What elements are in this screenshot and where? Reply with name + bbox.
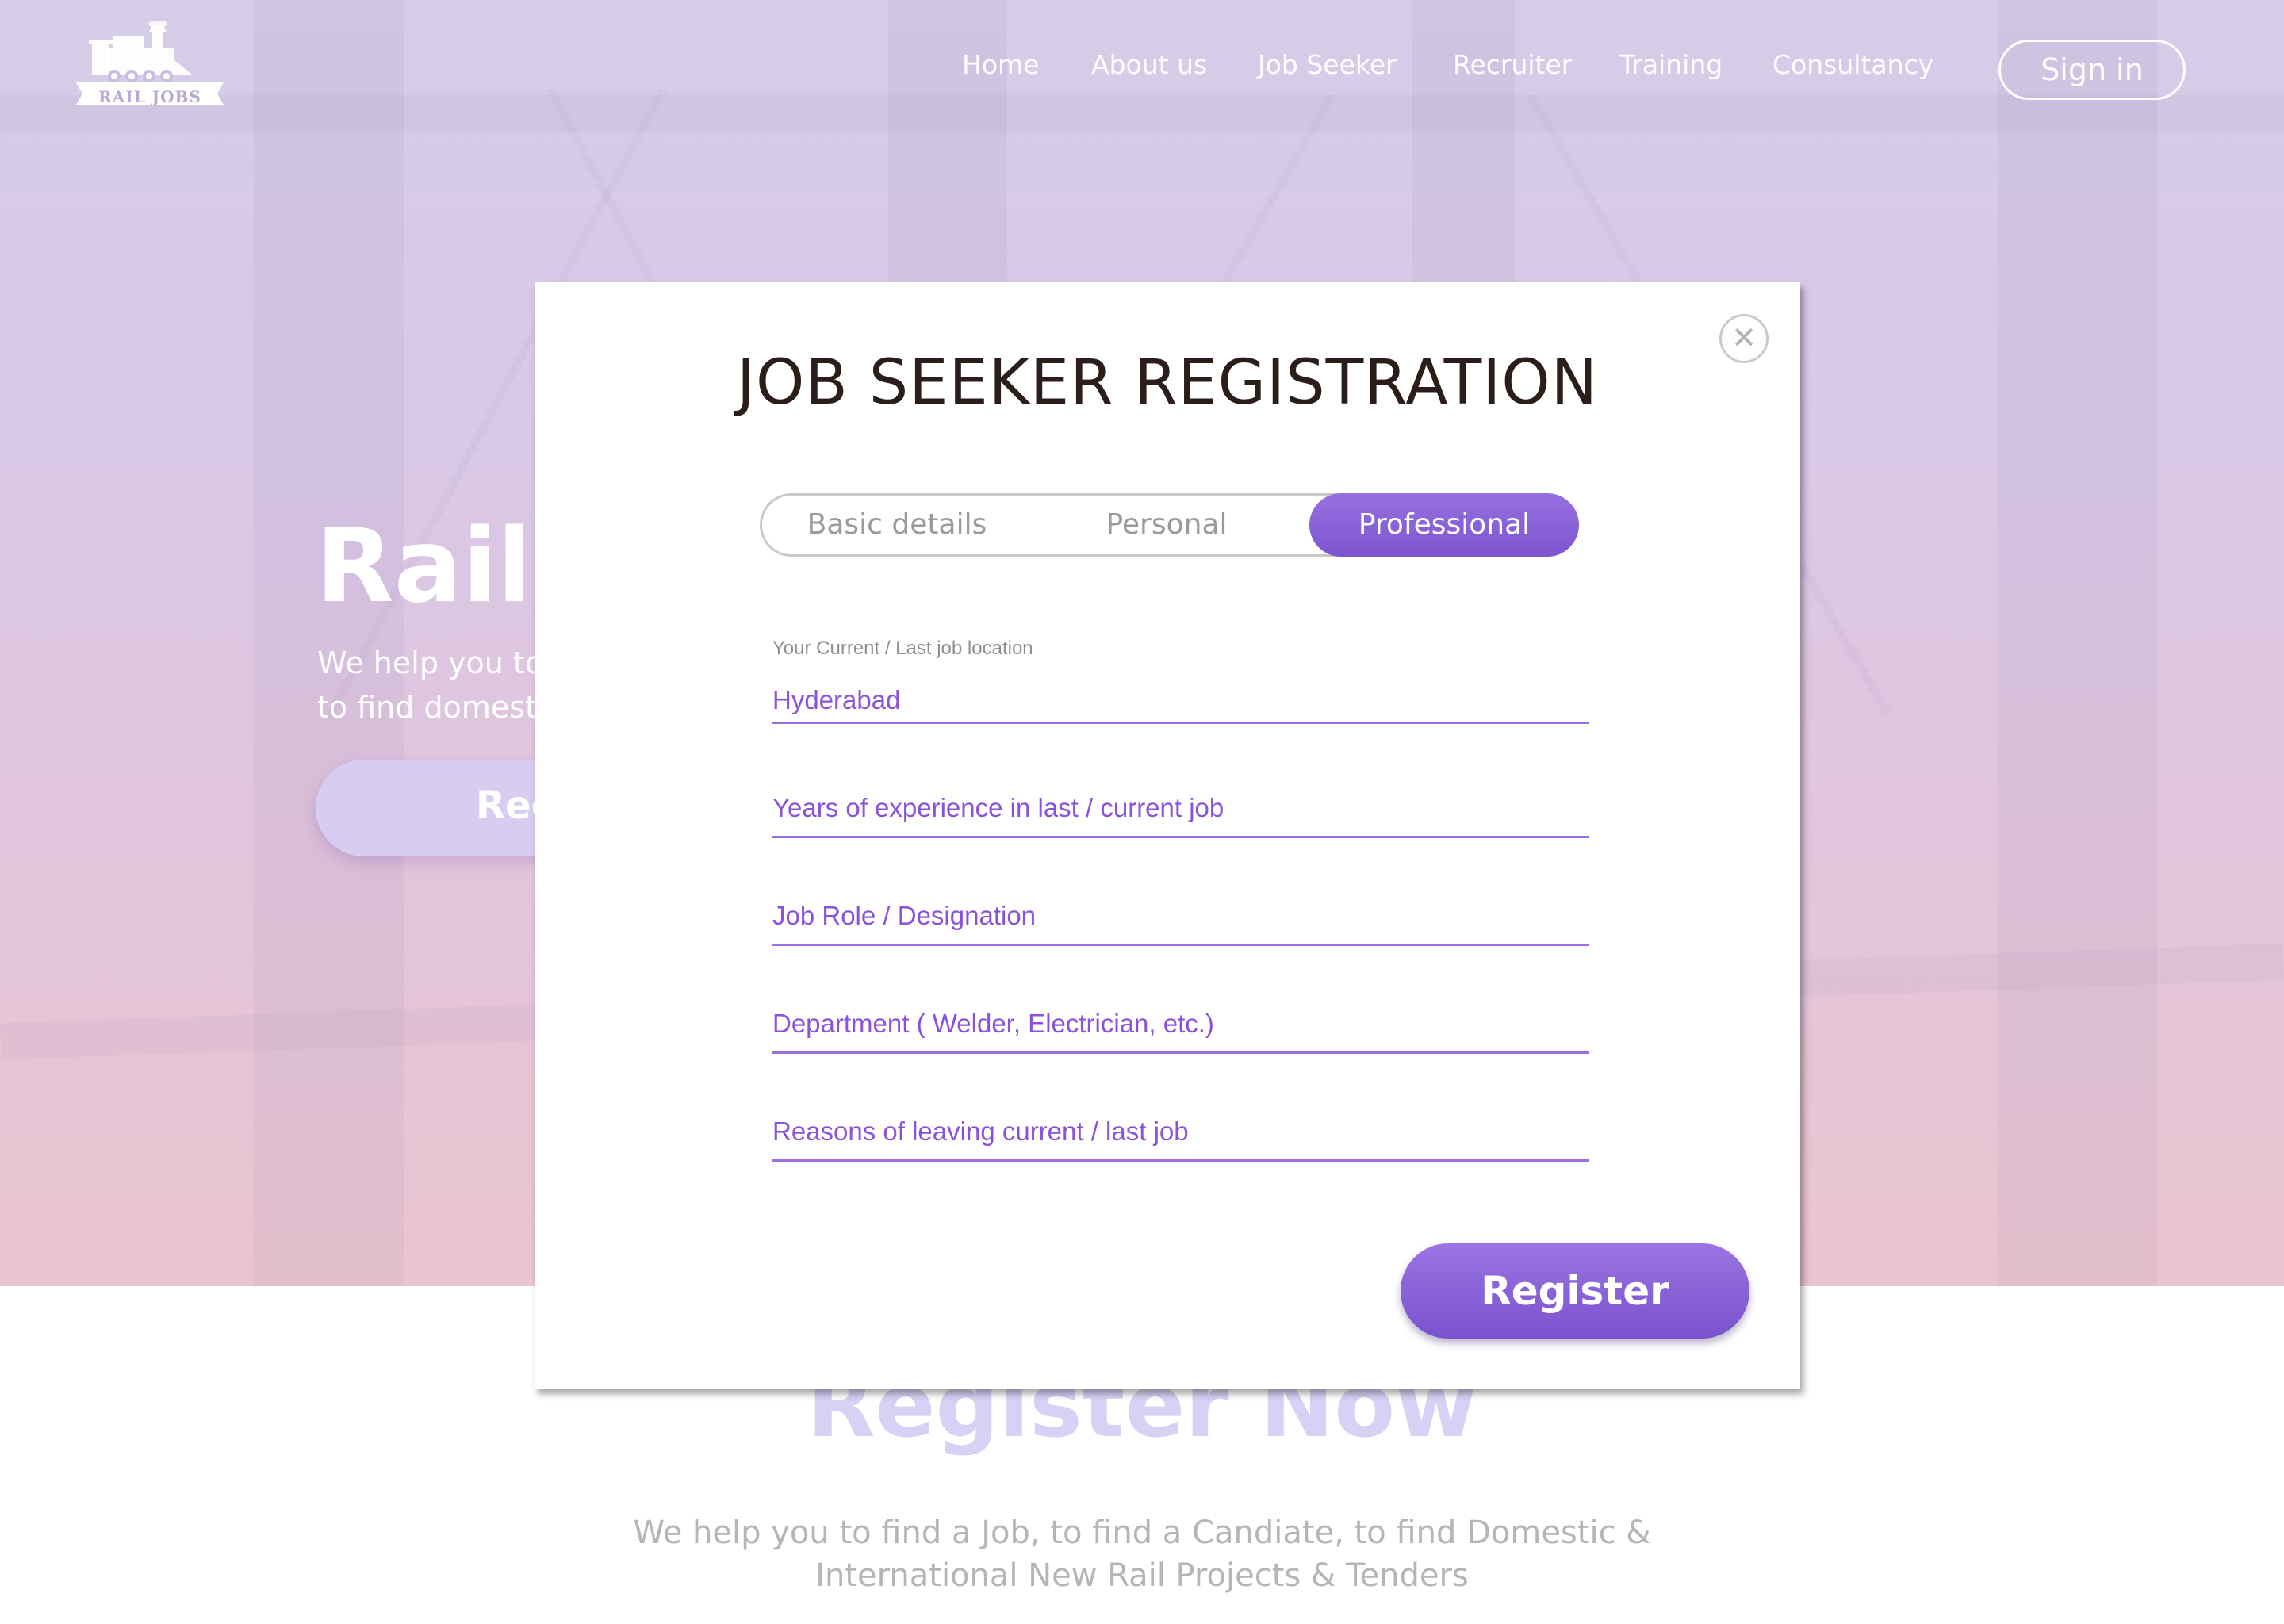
- department-field[interactable]: Department ( Welder, Electrician, etc.): [772, 1009, 1589, 1064]
- registration-modal: ✕ JOB SEEKER REGISTRATION Basic details …: [535, 282, 1800, 1389]
- field-underline: [772, 1051, 1589, 1054]
- nav-home[interactable]: Home: [962, 49, 1039, 80]
- main-navigation: Home About us Job Seeker Recruiter Train…: [0, 49, 2284, 97]
- experience-years-input[interactable]: Years of experience in last / current jo…: [772, 793, 1224, 823]
- job-location-field[interactable]: Your Current / Last job location Hyderab…: [772, 638, 1589, 725]
- field-underline: [772, 1159, 1589, 1162]
- sign-in-button[interactable]: Sign in: [1998, 40, 2186, 100]
- job-location-label: Your Current / Last job location: [772, 638, 1033, 659]
- register-now-description: We help you to find a Job, to find a Can…: [633, 1515, 1651, 1594]
- leaving-reason-field[interactable]: Reasons of leaving current / last job: [772, 1116, 1589, 1172]
- field-underline: [772, 722, 1589, 724]
- bridge-beam: [0, 95, 2284, 132]
- field-underline: [772, 944, 1589, 946]
- field-underline: [772, 836, 1589, 838]
- nav-training[interactable]: Training: [1619, 49, 1723, 80]
- nav-job-seeker[interactable]: Job Seeker: [1258, 49, 1397, 80]
- job-location-input[interactable]: Hyderabad: [772, 685, 900, 715]
- experience-years-field[interactable]: Years of experience in last / current jo…: [772, 793, 1589, 848]
- nav-consultancy[interactable]: Consultancy: [1772, 49, 1933, 80]
- leaving-reason-input[interactable]: Reasons of leaving current / last job: [772, 1116, 1189, 1147]
- nav-recruiter[interactable]: Recruiter: [1453, 49, 1572, 80]
- job-role-field[interactable]: Job Role / Designation: [772, 901, 1589, 956]
- step-tabs: Basic details Personal Professional: [760, 493, 1579, 557]
- tab-basic-details[interactable]: Basic details: [762, 496, 1032, 554]
- department-input[interactable]: Department ( Welder, Electrician, etc.): [772, 1009, 1214, 1039]
- modal-title: JOB SEEKER REGISTRATION: [736, 347, 1599, 419]
- bridge-girder: [1998, 0, 2157, 1286]
- job-role-input[interactable]: Job Role / Designation: [772, 901, 1036, 931]
- nav-about-us[interactable]: About us: [1091, 49, 1207, 80]
- tab-personal[interactable]: Personal: [1032, 496, 1301, 554]
- tab-professional[interactable]: Professional: [1309, 493, 1579, 557]
- register-button[interactable]: Register: [1401, 1243, 1749, 1339]
